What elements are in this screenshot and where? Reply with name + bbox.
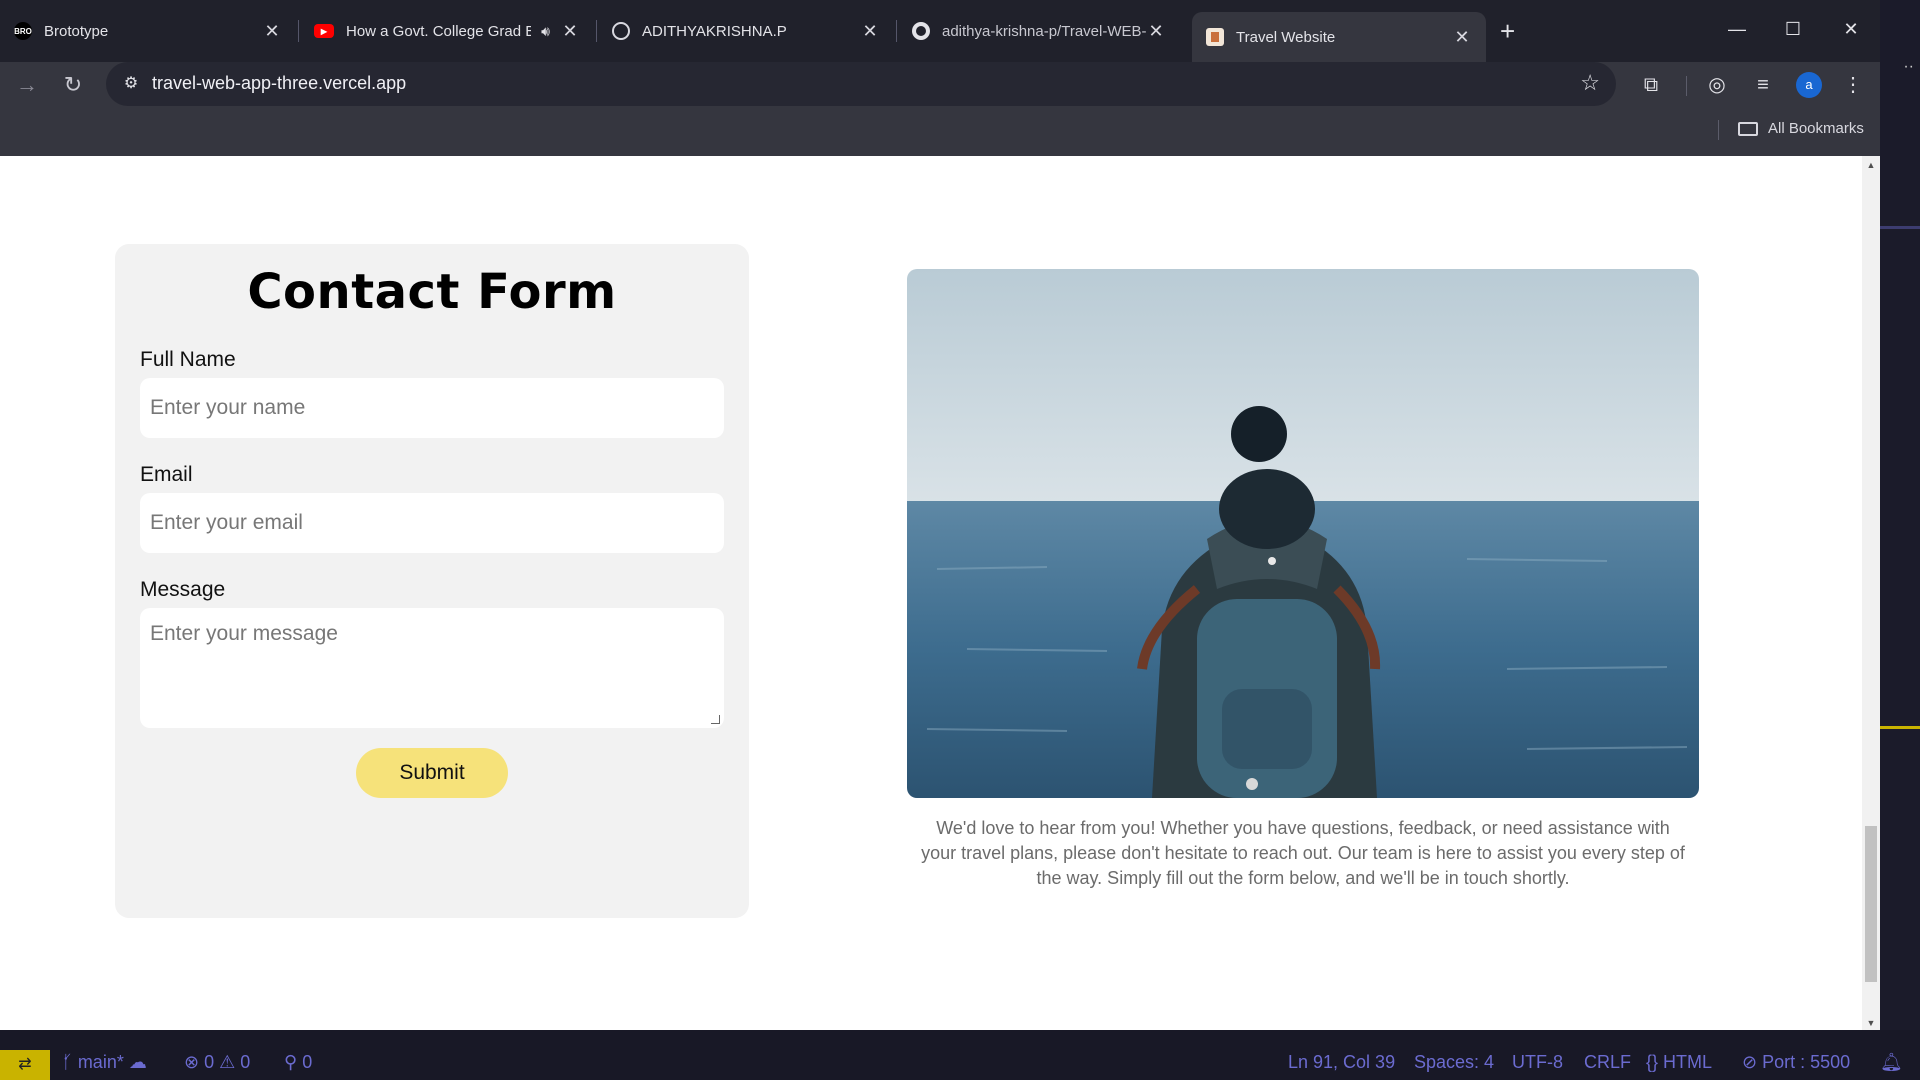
- email-placeholder: Enter your email: [150, 511, 303, 534]
- scroll-down-icon[interactable]: ▼: [1865, 1018, 1877, 1028]
- tab-github[interactable]: adithya-krishna-p/Travel-WEB-/ ✕: [898, 12, 1180, 50]
- folder-icon: [1738, 121, 1758, 136]
- browser-window: BRO Brototype ✕ ▶ How a Govt. College Gr…: [0, 0, 1880, 1030]
- message-label: Message: [140, 578, 226, 601]
- message-textarea[interactable]: Enter your message: [140, 608, 724, 728]
- tab-portfolio[interactable]: ADITHYAKRISHNA.P ✕: [598, 12, 894, 50]
- new-tab-button[interactable]: +: [1500, 16, 1515, 47]
- close-icon[interactable]: ✕: [1146, 21, 1166, 42]
- traveler-photo-svg: [907, 269, 1699, 798]
- eol-setting[interactable]: CRLF: [1584, 1052, 1631, 1073]
- scroll-marker: [1880, 226, 1920, 229]
- branch-icon: ᚶ: [62, 1052, 78, 1072]
- brototype-logo-text: BRO: [14, 26, 32, 36]
- no-entry-icon: ⊘: [1742, 1052, 1763, 1072]
- tab-separator: [298, 20, 299, 42]
- ports-count: 0: [302, 1052, 313, 1072]
- tab-title: adithya-krishna-p/Travel-WEB-/: [942, 22, 1146, 40]
- tab-brototype[interactable]: BRO Brototype ✕: [0, 12, 296, 50]
- all-bookmarks-label: All Bookmarks: [1768, 120, 1864, 137]
- site-info-icon[interactable]: ⚙: [116, 69, 146, 99]
- page-viewport: Contact Form Full Name Enter your name E…: [0, 156, 1862, 1030]
- close-icon[interactable]: ✕: [560, 21, 580, 42]
- branch-name: main*: [77, 1052, 124, 1072]
- scroll-up-icon[interactable]: ▲: [1865, 160, 1877, 170]
- url-text[interactable]: travel-web-app-three.vercel.app: [152, 73, 406, 94]
- language-name: HTML: [1663, 1052, 1713, 1072]
- traveler-photo: [907, 269, 1699, 798]
- port-label: Port : 5500: [1762, 1052, 1851, 1072]
- menu-icon[interactable]: ⋮: [1838, 70, 1868, 100]
- close-icon[interactable]: ✕: [860, 21, 880, 42]
- more-icon[interactable]: ··: [1903, 58, 1914, 76]
- tab-separator: [896, 20, 897, 42]
- problems-indicator[interactable]: ⊗ 0 ⚠ 0: [184, 1052, 250, 1073]
- maximize-button[interactable]: ☐: [1770, 14, 1816, 44]
- tab-strip: BRO Brototype ✕ ▶ How a Govt. College Gr…: [0, 0, 1880, 62]
- reload-icon[interactable]: ↻: [58, 70, 88, 100]
- email-input[interactable]: Enter your email: [140, 493, 724, 553]
- site-favicon-icon: [1206, 28, 1224, 46]
- antenna-icon: ⚲: [284, 1052, 303, 1072]
- bell-icon[interactable]: 🔔︎: [1880, 1052, 1903, 1073]
- message-placeholder: Enter your message: [150, 622, 338, 645]
- bookmarks-bar: All Bookmarks: [0, 106, 1880, 156]
- bookmark-star-icon[interactable]: ☆: [1580, 70, 1600, 96]
- profile-avatar[interactable]: a: [1796, 72, 1822, 98]
- full-name-input[interactable]: Enter your name: [140, 378, 724, 438]
- full-name-label: Full Name: [140, 348, 236, 371]
- tab-title: ADITHYAKRISHNA.P: [642, 22, 787, 40]
- cursor-position[interactable]: Ln 91, Col 39: [1288, 1052, 1395, 1073]
- speaker-icon[interactable]: 🔊︎: [541, 23, 550, 40]
- all-bookmarks-button[interactable]: All Bookmarks: [1738, 120, 1864, 137]
- indentation-setting[interactable]: Spaces: 4: [1414, 1052, 1494, 1073]
- contact-description: We'd love to hear from you! Whether you …: [921, 818, 1685, 888]
- resize-handle-icon[interactable]: [711, 715, 720, 724]
- tab-title: Travel Website: [1236, 28, 1336, 46]
- youtube-icon: ▶: [314, 24, 334, 38]
- scroll-marker: [1880, 726, 1920, 729]
- contact-form-card: Contact Form Full Name Enter your name E…: [115, 244, 749, 918]
- live-server-port[interactable]: ⊘ Port : 5500: [1742, 1052, 1850, 1073]
- form-title: Contact Form: [247, 264, 617, 320]
- submit-button[interactable]: Submit: [356, 748, 508, 798]
- bookmarks-separator: [1718, 120, 1719, 140]
- tab-separator: [596, 20, 597, 42]
- page-scrollbar[interactable]: ▲ ▼: [1862, 156, 1880, 1030]
- performance-icon[interactable]: ◎: [1702, 70, 1732, 100]
- tab-title: Brototype: [44, 22, 109, 40]
- warning-icon: ⚠: [219, 1052, 241, 1072]
- braces-icon: {}: [1646, 1052, 1664, 1072]
- error-count: 0: [204, 1052, 215, 1072]
- language-mode[interactable]: {} HTML: [1646, 1052, 1712, 1073]
- toolbar-separator: [1686, 76, 1687, 96]
- extensions-icon[interactable]: ⧉: [1636, 70, 1666, 100]
- tab-youtube[interactable]: ▶ How a Govt. College Grad B 🔊︎ ✕: [300, 12, 594, 50]
- warning-count: 0: [240, 1052, 251, 1072]
- scrollbar-thumb[interactable]: [1865, 826, 1877, 982]
- encoding-setting[interactable]: UTF-8: [1512, 1052, 1563, 1073]
- browser-toolbar: → ↻ ⚙ travel-web-app-three.vercel.app ☆ …: [0, 62, 1880, 106]
- tab-travel-website[interactable]: Travel Website ✕: [1192, 12, 1486, 62]
- globe-icon: [612, 22, 630, 40]
- remote-indicator-icon[interactable]: ⇄: [0, 1050, 50, 1080]
- email-label: Email: [140, 463, 193, 486]
- close-window-button[interactable]: ✕: [1828, 14, 1874, 44]
- sync-icon: ☁: [128, 1052, 147, 1072]
- ports-indicator[interactable]: ⚲ 0: [284, 1052, 312, 1073]
- full-name-placeholder: Enter your name: [150, 396, 306, 419]
- close-icon[interactable]: ✕: [1452, 27, 1472, 48]
- branch-indicator[interactable]: ᚶ main* ☁: [62, 1052, 147, 1073]
- forward-icon[interactable]: →: [12, 70, 42, 100]
- minimize-button[interactable]: —: [1714, 14, 1760, 44]
- vscode-statusbar: ⇄ ᚶ main* ☁ ⊗ 0 ⚠ 0 ⚲ 0 Ln 91, Col 39 Sp…: [0, 1030, 1920, 1080]
- close-icon[interactable]: ✕: [262, 21, 282, 42]
- media-control-icon[interactable]: ≡: [1748, 70, 1778, 100]
- tab-title: How a Govt. College Grad B: [346, 22, 532, 40]
- address-bar[interactable]: ⚙ travel-web-app-three.vercel.app ☆: [106, 62, 1616, 106]
- brototype-logo-icon: BRO: [14, 22, 32, 40]
- error-icon: ⊗: [184, 1052, 205, 1072]
- github-icon: [912, 22, 930, 40]
- vscode-side-panel: ··: [1880, 0, 1920, 1080]
